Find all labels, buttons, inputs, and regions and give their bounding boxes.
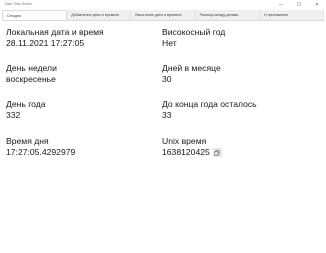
copy-icon [214, 149, 220, 156]
day-of-year-value: 332 [6, 110, 21, 120]
unix-time-row: 1638120425 [162, 147, 222, 158]
local-datetime-field: Локальная дата и время 28.11.2021 17:27:… [6, 27, 104, 49]
minimize-button[interactable]: — [272, 0, 290, 10]
days-in-month-field: Дней в месяце 30 [162, 63, 221, 85]
leap-year-value: Нет [162, 38, 177, 48]
unix-time-field: Unix время 1638120425 [162, 136, 222, 158]
copy-unix-time-button[interactable] [212, 148, 222, 157]
time-of-day-field: Время дня 17:27:05.4292979 [6, 136, 75, 158]
tab-about[interactable]: О приложении [259, 10, 325, 20]
tab-today[interactable]: Сегодня [2, 10, 68, 20]
tab-subtract-datetime[interactable]: Вычитание даты и времени [131, 10, 196, 20]
days-left-field: До конца года осталось 33 [162, 99, 257, 121]
window-title: Date Time Select [5, 2, 32, 6]
day-of-year-label: День года [6, 99, 46, 109]
weekday-label: День недели [6, 63, 57, 73]
days-in-month-value: 30 [162, 74, 172, 84]
close-button[interactable]: ✕ [308, 0, 326, 10]
local-datetime-label: Локальная дата и время [6, 27, 104, 37]
days-left-label: До конца года осталось [162, 99, 257, 109]
unix-time-label: Unix время [162, 136, 207, 146]
leap-year-field: Високосный год Нет [162, 27, 225, 49]
weekday-value: воскресенье [6, 74, 56, 84]
days-in-month-label: Дней в месяце [162, 63, 221, 73]
weekday-field: День недели воскресенье [6, 63, 57, 85]
tab-bar: Сегодня Добавление даты и времени Вычита… [2, 10, 325, 21]
tab-date-difference[interactable]: Разница между датами [195, 10, 260, 20]
title-bar: Date Time Select — ☐ ✕ [0, 0, 326, 10]
window-controls: — ☐ ✕ [272, 0, 326, 10]
time-of-day-label: Время дня [6, 136, 49, 146]
leap-year-label: Високосный год [162, 27, 226, 37]
local-datetime-value: 28.11.2021 17:27:05 [6, 38, 85, 48]
day-of-year-field: День года 332 [6, 99, 46, 121]
tab-add-datetime[interactable]: Добавление даты и времени [67, 10, 132, 20]
time-of-day-value: 17:27:05.4292979 [6, 147, 76, 157]
unix-time-value: 1638120425 [162, 147, 210, 157]
today-panel: Локальная дата и время 28.11.2021 17:27:… [0, 21, 326, 253]
maximize-button[interactable]: ☐ [290, 0, 308, 10]
days-left-value: 33 [162, 110, 172, 120]
